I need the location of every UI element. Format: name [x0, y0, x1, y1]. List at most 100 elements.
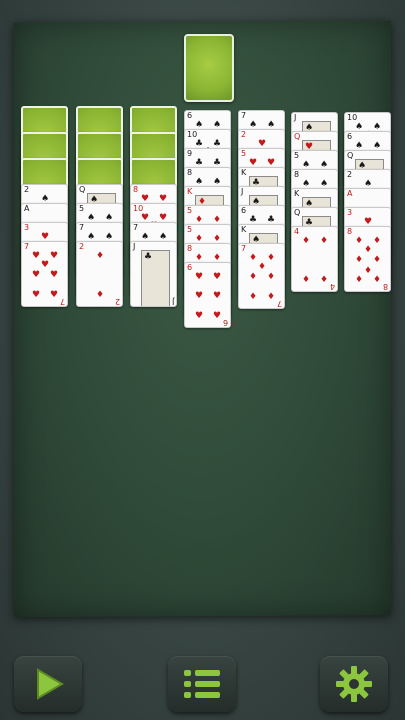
- menu-list-icon: [184, 670, 220, 698]
- gear-icon: [336, 666, 372, 702]
- suit-icon: ♦: [320, 275, 329, 286]
- suit-icon: ♥: [213, 311, 222, 322]
- settings-button[interactable]: [320, 656, 388, 712]
- suit-icon: ♥: [32, 270, 41, 281]
- card-rank: J: [241, 187, 244, 196]
- card-rank: 8: [294, 170, 300, 179]
- playing-card[interactable]: 7 ♥ ♥ ♥ ♥ ♥ ♥ ♥ 7: [21, 241, 68, 307]
- suit-icon: ♦: [355, 235, 364, 246]
- card-rank: 4: [294, 227, 300, 236]
- suit-icon: ♦: [355, 275, 364, 286]
- suit-icon: ♦: [302, 235, 311, 246]
- card-rank: Q: [347, 151, 354, 160]
- suit-icon: ♦: [373, 235, 382, 246]
- card-rank: 3: [24, 223, 30, 232]
- suit-icon: ♦: [267, 252, 276, 263]
- suit-icon: ♦: [249, 252, 258, 263]
- card-rank: J: [133, 242, 136, 251]
- card-rank: 3: [347, 208, 353, 217]
- card-rank: 6: [187, 111, 193, 120]
- card-rank: 6: [222, 318, 228, 327]
- card-rank: 2: [114, 297, 120, 306]
- suit-icon: ♦: [373, 275, 382, 286]
- card-rank: 8: [347, 227, 353, 236]
- card-rank: K: [187, 187, 193, 196]
- card-rank: K: [294, 189, 300, 198]
- suit-icon: ♦: [320, 235, 329, 246]
- suit-icon: ♥: [195, 311, 204, 322]
- card-rank: 7: [241, 111, 247, 120]
- playing-card[interactable]: 8 ♦ ♦ ♦ ♦ ♦ ♦ ♦ ♦ 8: [344, 226, 391, 292]
- suit-icon: ♥: [32, 250, 41, 261]
- card-rank: Q: [294, 132, 301, 141]
- playing-card[interactable]: 4 ♦ ♦ ♦ ♦ 4: [291, 226, 338, 292]
- suit-icon: ♦: [267, 272, 276, 283]
- card-rank: K: [241, 225, 247, 234]
- suit-icon: ♥: [213, 271, 222, 282]
- card-rank: K: [241, 168, 247, 177]
- card-rank: 5: [294, 151, 300, 160]
- card-rank: 7: [59, 297, 65, 306]
- card-rank: 6: [347, 132, 353, 141]
- suit-icon: ♣: [144, 252, 153, 262]
- suit-icon: ♥: [50, 290, 59, 301]
- card-rank: J: [171, 297, 174, 306]
- suit-icon: ♥: [50, 250, 59, 261]
- card-rank: 7: [276, 299, 282, 308]
- card-rank: 2: [24, 185, 30, 194]
- card-rank: 9: [187, 149, 193, 158]
- card-rank: 8: [133, 185, 139, 194]
- suit-icon: ♦: [249, 292, 258, 303]
- card-rank: 5: [79, 204, 85, 213]
- card-rank: 2: [347, 170, 353, 179]
- suit-icon: ♦: [96, 290, 105, 301]
- suit-icon: ♦: [373, 255, 382, 266]
- suit-icon: ♦: [364, 245, 373, 255]
- card-rank: 6: [187, 263, 193, 272]
- card-rank: 5: [187, 225, 193, 234]
- card-rank: 10: [133, 204, 144, 213]
- card-rank: 10: [347, 113, 358, 122]
- card-rank: 5: [187, 206, 193, 215]
- suit-icon: ♦: [96, 250, 105, 261]
- suit-icon: ♥: [50, 270, 59, 281]
- suit-icon: ♦: [267, 292, 276, 303]
- card-rank: 8: [187, 244, 193, 253]
- card-rank: 10: [187, 130, 198, 139]
- menu-button[interactable]: [168, 656, 236, 712]
- card-rank: A: [347, 189, 353, 198]
- card-rank: Q: [294, 208, 301, 217]
- suit-icon: ♦: [364, 265, 373, 276]
- card-rank: 5: [241, 149, 247, 158]
- stock-pile[interactable]: [184, 34, 234, 102]
- playing-card[interactable]: J ♣ J: [130, 241, 177, 307]
- card-rank: 8: [187, 168, 193, 177]
- playing-card[interactable]: 6 ♥ ♥ ♥ ♥ ♥ ♥ 6: [184, 262, 231, 328]
- play-button[interactable]: [14, 656, 82, 712]
- card-rank: Q: [79, 185, 86, 194]
- card-rank: 8: [382, 282, 388, 291]
- suit-icon: ♦: [249, 272, 258, 283]
- card-rank: 7: [79, 223, 85, 232]
- suit-icon: ♥: [213, 291, 222, 302]
- card-rank: 4: [329, 282, 335, 291]
- card-rank: 2: [241, 130, 247, 139]
- suit-icon: ♦: [355, 255, 364, 266]
- card-rank: 7: [24, 242, 30, 251]
- suit-icon: ♦: [258, 262, 267, 272]
- suit-icon: ♥: [41, 260, 50, 270]
- suit-icon: ♥: [195, 291, 204, 302]
- suit-icon: ♥: [32, 290, 41, 301]
- suit-icon: ♦: [302, 275, 311, 286]
- card-rank: 7: [241, 244, 247, 253]
- card-rank: A: [24, 204, 30, 213]
- card-rank: J: [294, 113, 297, 122]
- card-rank: 7: [133, 223, 139, 232]
- playing-card[interactable]: 7 ♦ ♦ ♦ ♦ ♦ ♦ ♦ 7: [238, 243, 285, 309]
- card-rank: 6: [241, 206, 247, 215]
- card-rank: 2: [79, 242, 85, 251]
- court-card-art: ♣: [141, 250, 170, 306]
- play-icon: [37, 668, 64, 700]
- playing-card[interactable]: 2 ♦ ♦ 2: [76, 241, 123, 307]
- suit-icon: ♥: [195, 271, 204, 282]
